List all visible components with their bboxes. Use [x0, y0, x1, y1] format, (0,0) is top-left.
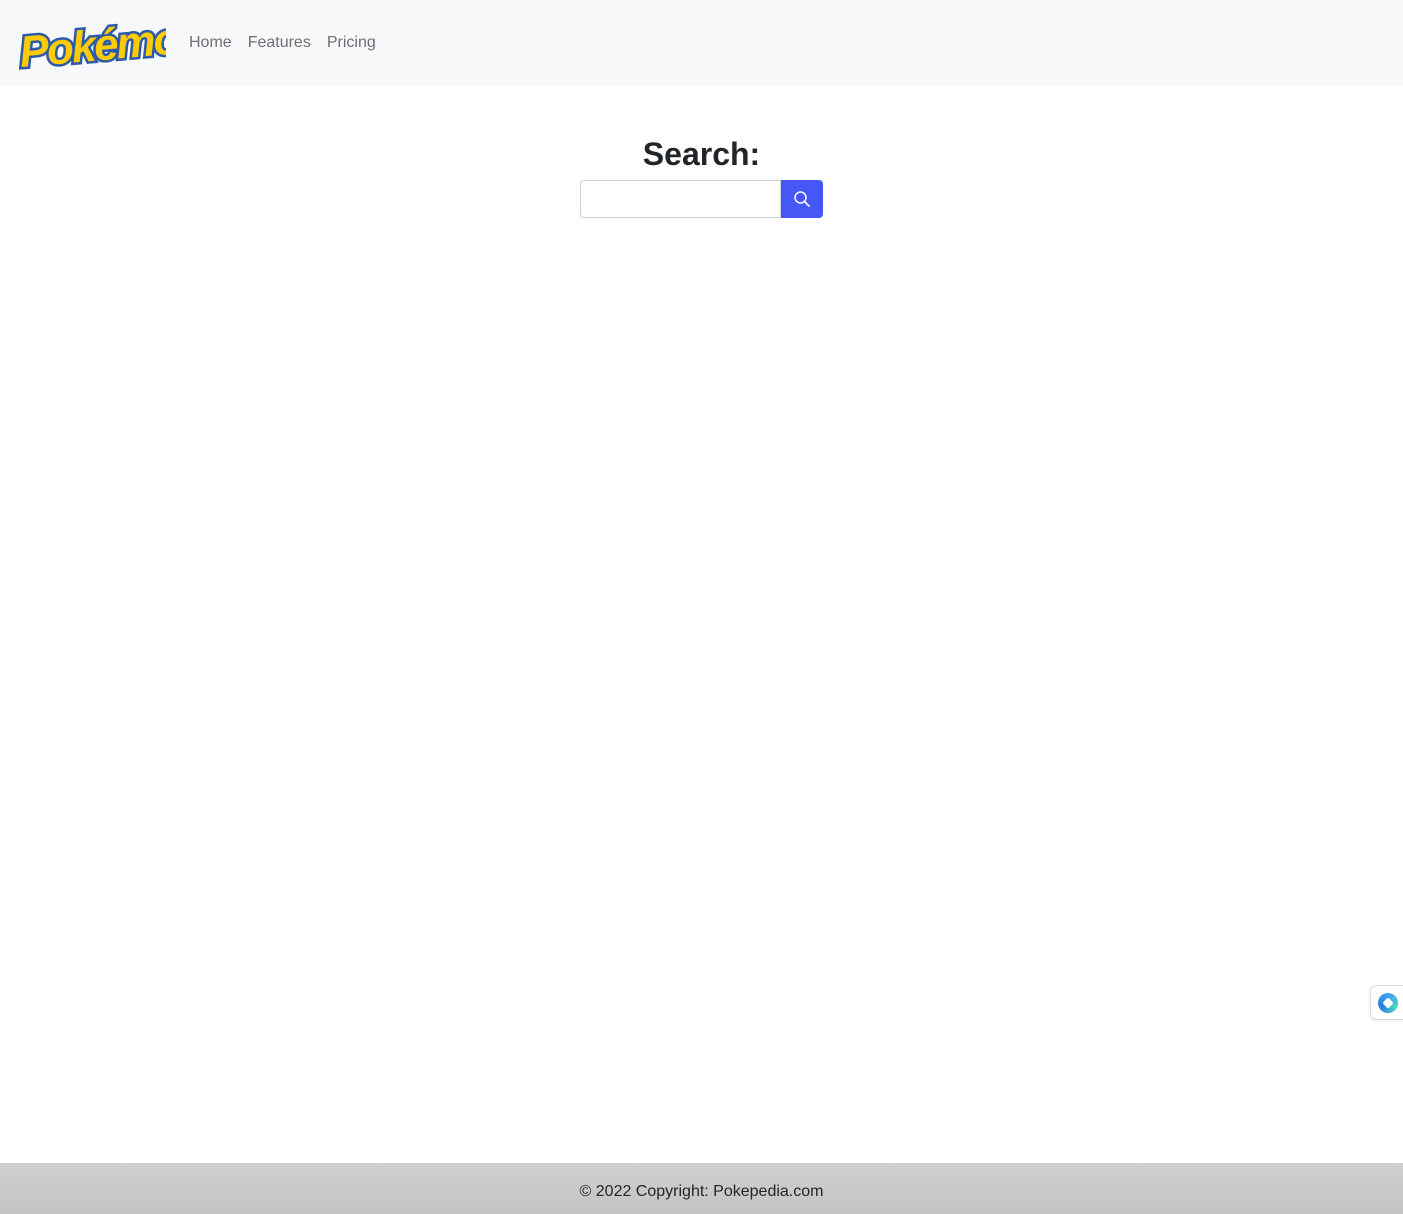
nav-link-features[interactable]: Features — [240, 33, 319, 53]
navbar: Pokémon Home Features Pricing — [0, 0, 1403, 86]
search-input[interactable] — [580, 180, 781, 218]
main-nav: Home Features Pricing — [181, 33, 384, 53]
footer-copyright: © 2022 Copyright: Pokepedia.com — [579, 1183, 824, 1200]
search-icon — [794, 191, 810, 207]
nav-link-pricing[interactable]: Pricing — [319, 33, 384, 53]
pokemon-logo[interactable]: Pokémon — [14, 10, 209, 80]
nav-link-home[interactable]: Home — [181, 33, 240, 53]
svg-text:Pokémon: Pokémon — [17, 12, 166, 74]
assistant-widget[interactable] — [1370, 985, 1403, 1020]
search-title: Search: — [642, 136, 761, 172]
pokemon-logo-image: Pokémon — [15, 10, 209, 80]
search-button[interactable] — [781, 180, 823, 218]
assistant-icon — [1378, 993, 1398, 1013]
footer: © 2022 Copyright: Pokepedia.com — [0, 1163, 1403, 1214]
